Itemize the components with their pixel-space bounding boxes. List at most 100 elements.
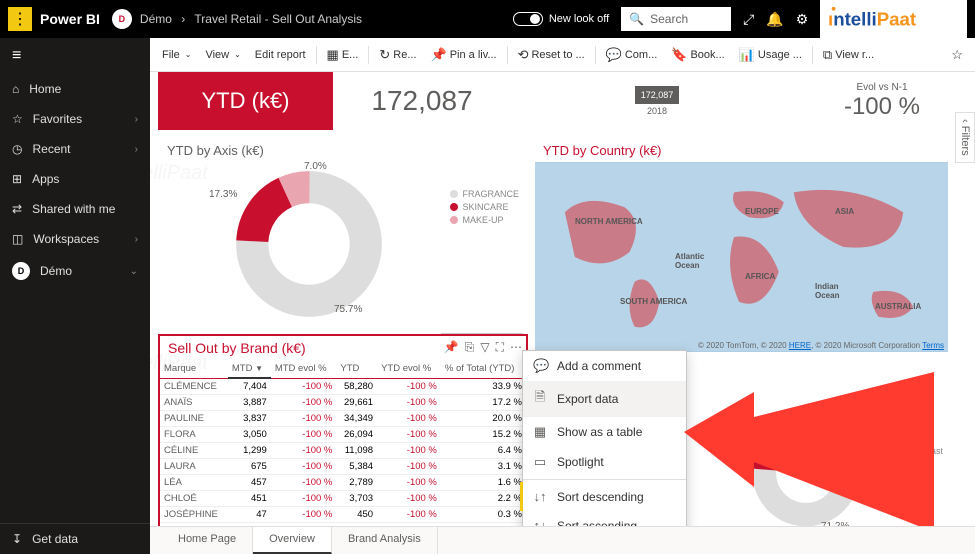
table-row[interactable]: CHLOÉ451-100 %3,703-100 %2.2 % [160, 491, 526, 507]
donut-chart[interactable] [234, 169, 384, 319]
col-mtd[interactable]: MTD ▼ [228, 360, 271, 378]
pin-visual-icon[interactable]: 📌 [444, 340, 459, 355]
table-row[interactable]: LÉA457-100 %2,789-100 %1.6 % [160, 475, 526, 491]
sidebar-item-shared-with-me[interactable]: ⇄Shared with me [0, 194, 150, 224]
report-toolbar: File⌄ View⌄ Edit report ▦E... ↻Re... 📌Pi… [150, 38, 975, 72]
table-row[interactable]: ANAÏS3,887-100 %29,661-100 %17.2 % [160, 395, 526, 411]
ctx-export-data[interactable]: 🗎Export data [523, 381, 686, 417]
file-menu[interactable]: File⌄ [156, 45, 197, 65]
bookmark-button[interactable]: 🔖Book... [665, 43, 730, 67]
table-row[interactable]: JOSÉPHINE47-100 %450-100 %0.3 % [160, 507, 526, 523]
new-look-toggle[interactable]: New look off [513, 12, 609, 26]
nav-icon: ⇄ [12, 202, 22, 216]
pin-button[interactable]: 📌Pin a liv... [425, 43, 503, 67]
donut-legend: FRAGRANCE SKINCARE MAKE-UP [450, 189, 519, 228]
related-icon: ⧉ [823, 47, 832, 63]
chevron-down-icon: ⌄ [130, 266, 138, 277]
sidebar-item-workspaces[interactable]: ◫Workspaces› [0, 224, 150, 254]
more-options-icon[interactable]: ⋯ [510, 340, 522, 355]
toggle-switch-icon[interactable] [513, 12, 543, 26]
page-tabs: Home Page Overview Brand Analysis [150, 526, 975, 554]
table-row[interactable]: LAURA675-100 %5,384-100 %3.1 % [160, 459, 526, 475]
ctx-sort-desc[interactable]: ↓↑Sort descending [520, 482, 686, 511]
filter-visual-icon[interactable]: ▽ [480, 340, 489, 355]
search-icon: 🔍 [629, 12, 644, 26]
usage-button[interactable]: 📊Usage ... [733, 43, 808, 67]
fullscreen-icon[interactable]: ⤢ [743, 11, 754, 28]
reset-button[interactable]: ⟲Reset to ... [512, 43, 591, 67]
kpi-ytd-value[interactable]: 172,087 [337, 72, 507, 130]
app-name: Power BI [40, 11, 100, 27]
year-slicer[interactable]: 172,087 2018 [632, 72, 682, 130]
download-icon: ↧ [12, 532, 22, 546]
sort-desc-icon: ↓↑ [533, 489, 547, 504]
nav-icon: ◫ [12, 232, 23, 246]
view-menu[interactable]: View⌄ [199, 45, 246, 65]
sidebar-item-home[interactable]: ⌂Home [0, 74, 150, 104]
col-ytd[interactable]: YTD [336, 360, 377, 378]
table-row[interactable]: CÉLINE1,299-100 %11,098-100 %6.4 % [160, 443, 526, 459]
copy-visual-icon[interactable]: ⎘ [465, 340, 475, 355]
filters-pane-toggle[interactable]: ‹ Filters [955, 112, 975, 163]
notifications-icon[interactable]: 🔔 [766, 11, 783, 28]
sidebar-item-apps[interactable]: ⊞Apps [0, 164, 150, 194]
sidebar-item-recent[interactable]: ◷Recent› [0, 134, 150, 164]
sell-out-by-brand-visual[interactable]: Sell Out by Brand (k€) 📌 ⎘ ▽ ⛶ ⋯ MarqueM… [158, 334, 528, 526]
bookmark-icon: 🔖 [671, 47, 687, 63]
ctx-spotlight[interactable]: ▭Spotlight [523, 447, 686, 477]
page-tab-brand[interactable]: Brand Analysis [332, 527, 438, 554]
usage-icon: 📊 [739, 47, 755, 63]
search-input[interactable]: 🔍 Search [621, 7, 731, 31]
explore-button[interactable]: ▦E... [321, 43, 365, 67]
report-canvas: ‹ Filters YTD (k€) 172,087 172,087 2018 … [150, 72, 975, 526]
star-icon: ☆ [951, 47, 963, 63]
workspace-avatar[interactable]: D [112, 9, 132, 29]
comment-button[interactable]: 💬Com... [600, 43, 664, 67]
ytd-by-country-visual[interactable]: YTD by Country (k€) NORTH AMERICA SOUTH … [534, 138, 949, 368]
page-tab-home[interactable]: Home Page [162, 527, 253, 554]
sidebar-item-favorites[interactable]: ☆Favorites› [0, 104, 150, 134]
favorite-button[interactable]: ☆ [945, 43, 969, 67]
edit-report-button[interactable]: Edit report [249, 45, 312, 65]
map-chart[interactable]: NORTH AMERICA SOUTH AMERICA EUROPE AFRIC… [535, 162, 948, 352]
donut2-legend: Europe Middle East Africa India [884, 433, 943, 485]
pin-icon: 📌 [431, 47, 447, 63]
ctx-sort-asc[interactable]: ↑↓Sort ascending [523, 511, 686, 526]
map-attribution: © 2020 TomTom, © 2020 HERE, © 2020 Micro… [698, 341, 944, 350]
kpi-evol[interactable]: Evol vs N-1 -100 % [807, 72, 957, 130]
page-tab-overview[interactable]: Overview [253, 527, 332, 554]
chevron-right-icon: › [135, 144, 138, 155]
ctx-add-comment[interactable]: 💬Add a comment [523, 351, 686, 381]
settings-icon[interactable]: ⚙ [796, 11, 809, 28]
region-donut-visual[interactable]: 71.2% Europe Middle East Africa India [720, 392, 948, 526]
refresh-icon: ↻ [379, 47, 390, 63]
visual-context-menu: 💬Add a comment 🗎Export data ▦Show as a t… [522, 350, 687, 526]
app-launcher-icon[interactable]: ⋮⋮⋮ [8, 7, 32, 31]
sort-asc-icon: ↑↓ [533, 518, 547, 526]
chevron-right-icon: › [135, 114, 138, 125]
refresh-button[interactable]: ↻Re... [373, 43, 422, 67]
nav-icon: ⌂ [12, 82, 19, 96]
col-mtd-evol-[interactable]: MTD evol % [271, 360, 337, 378]
export-icon: 🗎 [533, 388, 547, 410]
table-row[interactable]: PAULINE3,837-100 %34,349-100 %20.0 % [160, 411, 526, 427]
brand-table[interactable]: MarqueMTD ▼MTD evol %YTDYTD evol %% of T… [160, 360, 526, 526]
chevron-left-icon: ‹ [959, 119, 971, 123]
col--of-total-ytd-[interactable]: % of Total (YTD) [441, 360, 526, 378]
table-row[interactable]: FLORA3,050-100 %26,094-100 %15.2 % [160, 427, 526, 443]
table-icon: ▦ [533, 424, 547, 440]
col-marque[interactable]: Marque [160, 360, 228, 378]
sidebar-item-demo[interactable]: D Démo ⌄ [0, 254, 150, 288]
kpi-ytd-label[interactable]: YTD (k€) [158, 72, 333, 130]
col-ytd-evol-[interactable]: YTD evol % [377, 360, 441, 378]
sidebar-get-data[interactable]: ↧ Get data [0, 523, 150, 554]
table-row[interactable]: FLORENCE25-100 %279-100 %0.2 % [160, 523, 526, 527]
ctx-show-table[interactable]: ▦Show as a table [523, 417, 686, 447]
sidebar-collapse-button[interactable]: ≡ [0, 38, 150, 74]
donut-chart-2[interactable] [751, 418, 861, 526]
focus-mode-icon[interactable]: ⛶ [496, 340, 504, 355]
table-row[interactable]: CLÉMENCE7,404-100 %58,280-100 %33.9 % [160, 378, 526, 395]
view-related-button[interactable]: ⧉View r... [817, 43, 880, 67]
ytd-by-axis-visual[interactable]: YTD by Axis (k€) 7.0% 17.3% 75.7% FRAGRA… [158, 138, 528, 328]
comment-icon: 💬 [606, 47, 622, 63]
